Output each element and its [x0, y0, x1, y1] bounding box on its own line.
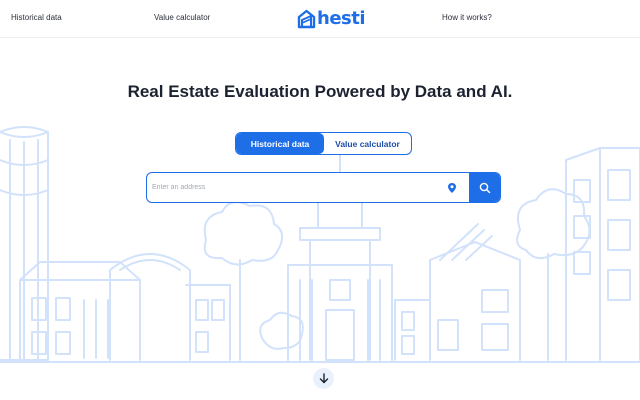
search-icon — [479, 182, 490, 193]
logo-wordmark: hesti — [317, 8, 366, 29]
scroll-down-button[interactable] — [313, 368, 334, 389]
arrow-down-icon — [319, 373, 328, 384]
nav-link-value-calculator[interactable]: Value calculator — [154, 13, 210, 22]
map-pin-icon[interactable] — [446, 182, 458, 194]
address-input[interactable] — [147, 173, 446, 202]
city-skyline-illustration — [0, 126, 640, 361]
hero-title: Real Estate Evaluation Powered by Data a… — [127, 82, 513, 101]
tab-historical-data[interactable]: Historical data — [236, 133, 324, 154]
address-search-bar — [146, 172, 501, 203]
search-button[interactable] — [469, 173, 500, 202]
mode-toggle: Historical data Value calculator — [235, 132, 412, 155]
house-logo-icon — [297, 9, 316, 29]
hesti-logo[interactable]: hesti — [297, 8, 366, 30]
tab-value-calculator[interactable]: Value calculator — [324, 133, 411, 154]
nav-link-how-it-works[interactable]: How it works? — [442, 13, 492, 22]
nav-link-historical-data[interactable]: Historical data — [11, 13, 62, 22]
top-navbar: Historical data Value calculator hesti H… — [0, 0, 640, 38]
ground-line — [0, 361, 640, 363]
